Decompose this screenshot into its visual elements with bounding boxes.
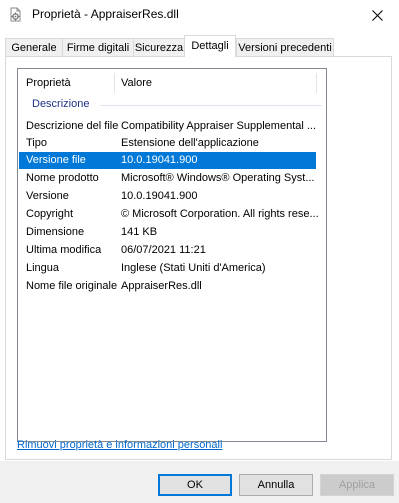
remove-properties-link[interactable]: Rimuovi proprietà e informazioni persona…	[17, 439, 222, 451]
column-header-property[interactable]: Proprietà	[26, 69, 71, 95]
title-bar: Proprietà - AppraiserRes.dll	[0, 0, 399, 30]
tab-versioni-precedenti[interactable]: Versioni precedenti	[236, 38, 334, 56]
property-cell: Lingua	[26, 262, 60, 274]
value-cell: Microsoft® Windows® Operating Syst...	[121, 172, 315, 184]
property-cell: Versione	[26, 190, 69, 202]
table-row[interactable]: Lingua Inglese (Stati Uniti d'America)	[19, 260, 316, 277]
table-row[interactable]: Versione 10.0.19041.900	[19, 188, 316, 205]
value-cell: 10.0.19041.900	[121, 190, 198, 202]
dialog-footer: OK Annulla Applica	[0, 461, 399, 503]
close-button[interactable]	[355, 0, 399, 30]
group-header-descrizione: Descrizione	[18, 97, 326, 113]
group-divider	[100, 105, 322, 106]
tab-dettagli[interactable]: Dettagli	[184, 35, 236, 57]
value-cell: © Microsoft Corporation. All rights rese…	[121, 208, 319, 220]
column-header-value[interactable]: Valore	[121, 69, 152, 95]
table-row[interactable]: Dimensione 141 KB	[19, 224, 316, 241]
tab-sicurezza[interactable]: Sicurezza	[133, 38, 185, 56]
table-row[interactable]: Nome file originale AppraiserRes.dll	[19, 278, 316, 295]
value-cell: Estensione dell'applicazione	[121, 137, 259, 149]
tab-firme-digitali[interactable]: Firme digitali	[62, 38, 134, 56]
close-icon	[371, 9, 383, 21]
property-cell: Nome prodotto	[26, 172, 99, 184]
property-cell: Dimensione	[26, 226, 85, 238]
property-cell: Ultima modifica	[26, 244, 102, 256]
list-header: Proprietà Valore	[18, 69, 326, 95]
dll-file-icon	[10, 7, 21, 22]
property-cell: Copyright	[26, 208, 74, 220]
table-row[interactable]: Nome prodotto Microsoft® Windows® Operat…	[19, 170, 316, 187]
column-divider[interactable]	[316, 73, 317, 93]
property-cell: Versione file	[26, 154, 86, 166]
value-cell: Inglese (Stati Uniti d'America)	[121, 262, 266, 274]
property-cell: Nome file originale	[26, 280, 118, 292]
value-cell: 10.0.19041.900	[121, 154, 198, 166]
table-row[interactable]: Descrizione del file Compatibility Appra…	[19, 118, 316, 135]
details-list[interactable]: Proprietà Valore Descrizione Descrizione…	[17, 68, 327, 442]
property-cell: Tipo	[26, 137, 47, 149]
table-row[interactable]: Copyright © Microsoft Corporation. All r…	[19, 206, 319, 223]
table-row[interactable]: Tipo Estensione dell'applicazione	[19, 135, 316, 152]
column-divider[interactable]	[114, 73, 115, 93]
tab-strip: Generale Firme digitali Sicurezza Dettag…	[0, 30, 399, 57]
cancel-button[interactable]: Annulla	[239, 474, 313, 496]
ok-button[interactable]: OK	[158, 474, 232, 496]
table-row-selected[interactable]: Versione file 10.0.19041.900	[19, 152, 316, 169]
tab-generale[interactable]: Generale	[5, 38, 63, 56]
window-title: Proprietà - AppraiserRes.dll	[32, 7, 179, 21]
value-cell: 141 KB	[121, 226, 158, 238]
table-row[interactable]: Ultima modifica 06/07/2021 11:21	[19, 242, 316, 259]
group-label: Descrizione	[32, 98, 90, 110]
apply-button[interactable]: Applica	[320, 474, 394, 496]
value-cell: Compatibility Appraiser Supplemental ...	[121, 120, 317, 132]
value-cell: 06/07/2021 11:21	[121, 244, 206, 256]
property-cell: Descrizione del file	[26, 120, 119, 132]
value-cell: AppraiserRes.dll	[121, 280, 202, 292]
